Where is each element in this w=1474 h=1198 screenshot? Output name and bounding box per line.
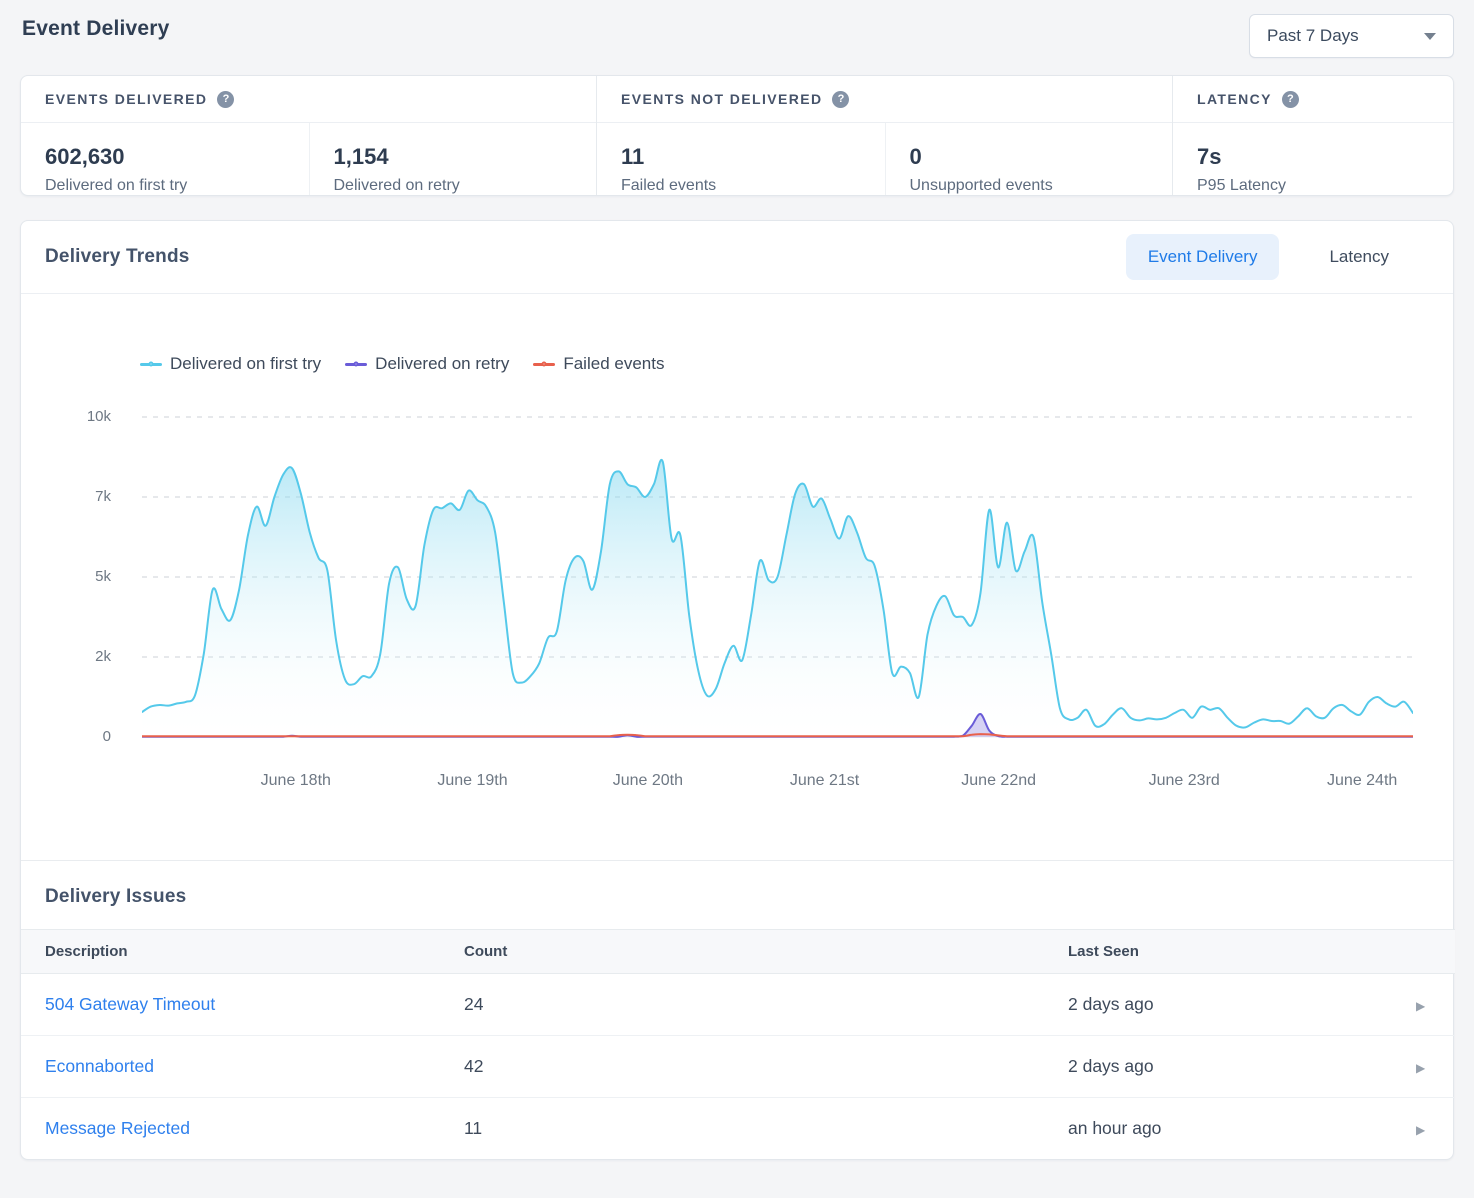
legend-label: Delivered on retry: [375, 354, 509, 374]
chart-plot-area: June 18th June 19th June 20th June 21st June…: [142, 413, 1413, 796]
stat-label: Unsupported events: [910, 177, 1149, 195]
help-icon[interactable]: ?: [217, 91, 234, 108]
stat-group-title: LATENCY: [1197, 91, 1272, 107]
chart-x-axis: June 18th June 19th June 20th June 21st June…: [142, 750, 1413, 796]
y-axis-tick-label: 2k: [95, 647, 111, 667]
stat-group-events-not-delivered: EVENTS NOT DELIVERED ? 11 Failed events …: [596, 76, 1172, 195]
stat-failed-events: 11 Failed events: [597, 123, 885, 195]
legend-marker-icon: [345, 363, 367, 366]
legend-label: Delivered on first try: [170, 354, 321, 374]
time-range-value: Past 7 Days: [1267, 26, 1359, 46]
y-axis-tick-label: 7k: [95, 487, 111, 507]
delivery-trends-header: Delivery Trends Event Delivery Latency: [21, 221, 1453, 294]
issue-last-seen: 2 days ago: [1044, 1036, 1392, 1098]
stat-value: 602,630: [45, 144, 285, 170]
delivery-trends-chart-section: Delivered on first try Delivered on retry…: [21, 294, 1453, 860]
help-icon[interactable]: ?: [832, 91, 849, 108]
col-description: Description: [21, 930, 440, 974]
event-delivery-page: Event Delivery Past 7 Days EVENTS DELIVE…: [0, 0, 1474, 1198]
issue-count: 24: [440, 974, 1044, 1036]
tab-latency[interactable]: Latency: [1307, 234, 1411, 280]
x-axis-tick-label: June 24th: [1327, 772, 1397, 790]
issue-link[interactable]: Message Rejected: [45, 1118, 190, 1138]
col-actions: [1392, 930, 1455, 974]
page-header: Event Delivery Past 7 Days: [0, 0, 1474, 62]
x-axis-tick-label: June 19th: [437, 772, 507, 790]
y-axis-tick-label: 5k: [95, 567, 111, 587]
legend-item[interactable]: Delivered on retry: [345, 354, 509, 374]
issue-count: 42: [440, 1036, 1044, 1098]
chevron-right-icon: ▶: [1416, 1123, 1425, 1137]
legend-marker-icon: [533, 363, 555, 366]
legend-label: Failed events: [563, 354, 664, 374]
issue-row[interactable]: Econnaborted 422 days ago ▶: [21, 1036, 1455, 1098]
y-axis-tick-label: 0: [103, 727, 111, 747]
stat-delivered-first-try: 602,630 Delivered on first try: [21, 123, 309, 195]
issue-last-seen: 2 days ago: [1044, 974, 1392, 1036]
col-count: Count: [440, 930, 1044, 974]
issue-link[interactable]: 504 Gateway Timeout: [45, 994, 215, 1014]
stat-group-title: EVENTS NOT DELIVERED: [621, 91, 822, 107]
issue-row[interactable]: 504 Gateway Timeout 242 days ago ▶: [21, 974, 1455, 1036]
help-icon[interactable]: ?: [1282, 91, 1299, 108]
chevron-right-icon: ▶: [1416, 999, 1425, 1013]
stat-label: Failed events: [621, 177, 861, 195]
legend-item[interactable]: Failed events: [533, 354, 664, 374]
stat-group-latency: LATENCY ? 7s P95 Latency: [1172, 76, 1453, 195]
x-axis-tick-label: June 20th: [613, 772, 683, 790]
delivery-issues-title: Delivery Issues: [21, 886, 1453, 908]
chevron-right-icon: ▶: [1416, 1061, 1425, 1075]
stat-value: 0: [910, 144, 1149, 170]
tab-event-delivery[interactable]: Event Delivery: [1126, 234, 1280, 280]
stats-summary-card: EVENTS DELIVERED ? 602,630 Delivered on …: [20, 75, 1454, 196]
x-axis-tick-label: June 22nd: [961, 772, 1036, 790]
x-axis-tick-label: June 18th: [261, 772, 331, 790]
stat-label: Delivered on retry: [334, 177, 573, 195]
stat-value: 1,154: [334, 144, 573, 170]
trends-tabs: Event Delivery Latency: [1126, 234, 1411, 280]
chart-plot[interactable]: [142, 413, 1413, 745]
x-axis-tick-label: June 23rd: [1149, 772, 1220, 790]
issue-row[interactable]: Message Rejected 11an hour ago ▶: [21, 1098, 1455, 1160]
issue-link[interactable]: Econnaborted: [45, 1056, 154, 1076]
stat-group-title: EVENTS DELIVERED: [45, 91, 207, 107]
stat-label: Delivered on first try: [45, 177, 285, 195]
y-axis-tick-label: 10k: [87, 407, 111, 427]
chart-y-axis: 02k5k7k10k: [21, 413, 142, 796]
issues-header-row: Description Count Last Seen: [21, 930, 1455, 974]
delivery-trends-title: Delivery Trends: [45, 246, 190, 268]
col-last-seen: Last Seen: [1044, 930, 1392, 974]
stat-p95-latency: 7s P95 Latency: [1173, 123, 1453, 195]
chevron-down-icon: [1424, 33, 1436, 40]
x-axis-tick-label: June 21st: [790, 772, 859, 790]
issue-last-seen: an hour ago: [1044, 1098, 1392, 1160]
stat-unsupported-events: 0 Unsupported events: [885, 123, 1173, 195]
legend-marker-icon: [140, 363, 162, 366]
delivery-trends-card: Delivery Trends Event Delivery Latency D…: [20, 220, 1454, 1160]
legend-item[interactable]: Delivered on first try: [140, 354, 321, 374]
stat-delivered-retry: 1,154 Delivered on retry: [309, 123, 597, 195]
issue-count: 11: [440, 1098, 1044, 1160]
delivery-issues-section: Delivery Issues Description Count Last S…: [21, 861, 1453, 1159]
time-range-dropdown[interactable]: Past 7 Days: [1249, 14, 1454, 58]
stat-value: 7s: [1197, 144, 1429, 170]
chart-legend: Delivered on first try Delivered on retry…: [140, 351, 1453, 377]
delivery-issues-table: Description Count Last Seen 504 Gateway …: [21, 929, 1455, 1159]
stat-group-events-delivered: EVENTS DELIVERED ? 602,630 Delivered on …: [21, 76, 596, 195]
page-title: Event Delivery: [22, 14, 170, 41]
stat-value: 11: [621, 144, 861, 170]
stat-label: P95 Latency: [1197, 177, 1429, 195]
